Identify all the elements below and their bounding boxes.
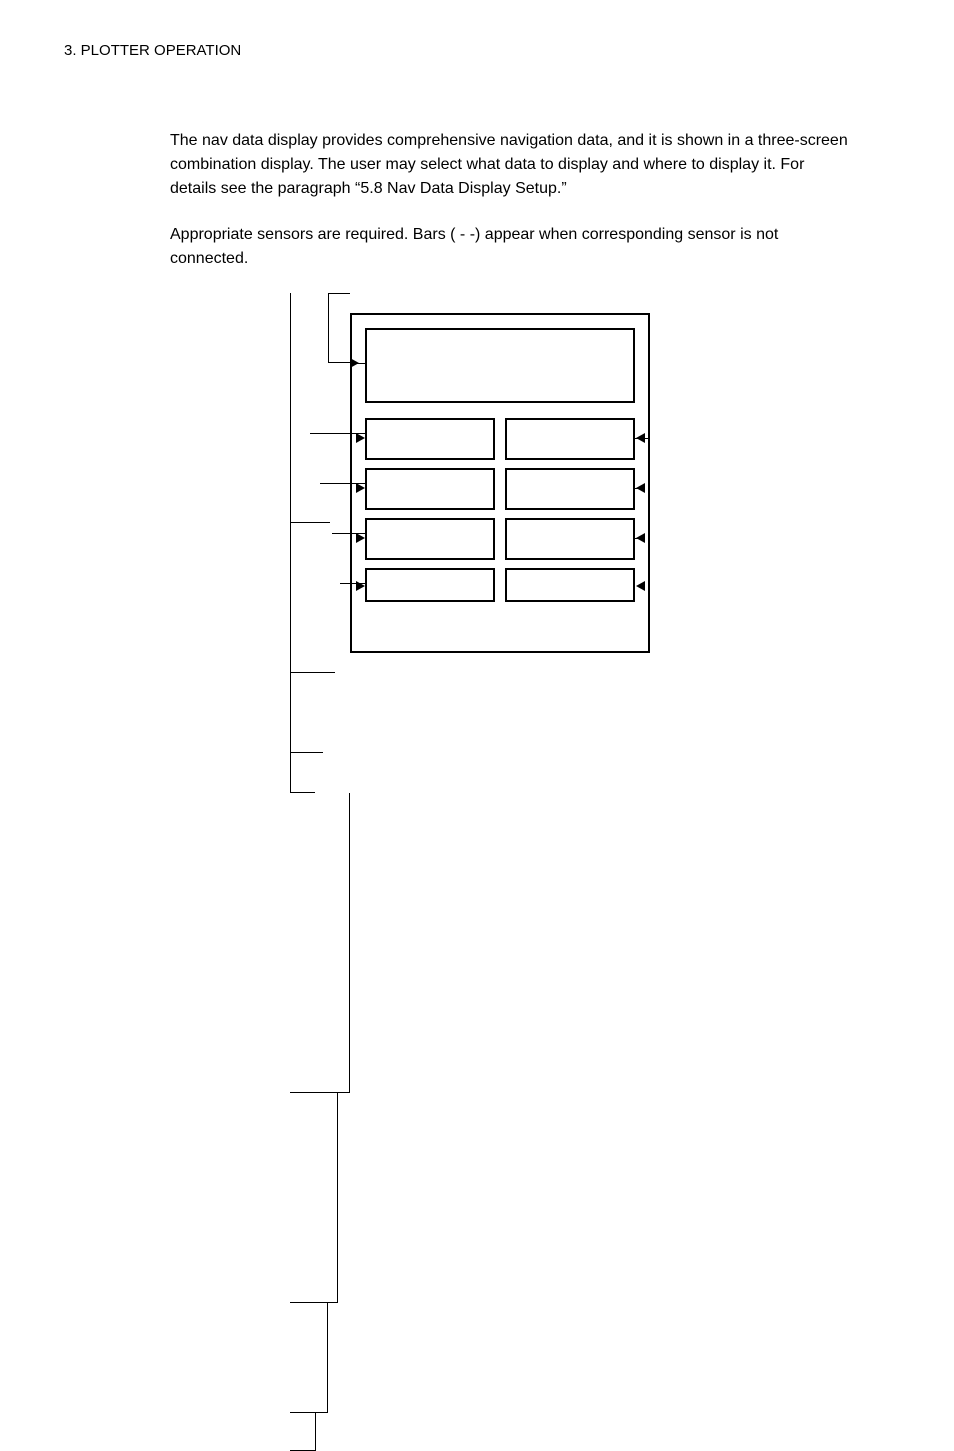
callout-line-left-5 bbox=[290, 753, 315, 793]
callout-box-left-1 bbox=[328, 293, 350, 363]
display-cell-r1-right bbox=[505, 418, 635, 460]
display-cell-r2-right bbox=[505, 468, 635, 510]
display-cell-r1-left bbox=[365, 418, 495, 460]
callout-line-right-3 bbox=[290, 1303, 328, 1413]
callout-line-right-1 bbox=[290, 793, 350, 1093]
paragraph-2: Appropriate sensors are required. Bars (… bbox=[170, 223, 850, 271]
arrow-icon bbox=[636, 581, 645, 591]
callout-line-left-3 bbox=[290, 523, 335, 673]
arrow-icon bbox=[636, 483, 645, 493]
display-cell-r3-right bbox=[505, 518, 635, 560]
paragraph-1: The nav data display provides comprehens… bbox=[170, 129, 850, 201]
arrow-icon bbox=[636, 533, 645, 543]
diagram-wrap bbox=[170, 293, 850, 753]
callout-line-right-4 bbox=[290, 1413, 316, 1451]
arrow-icon bbox=[636, 433, 645, 443]
display-cell-r4-right bbox=[505, 568, 635, 602]
callout-line-left-2 bbox=[290, 293, 330, 523]
display-cell-r3-left bbox=[365, 518, 495, 560]
callout-line-right-2 bbox=[290, 1093, 338, 1303]
page: 3. PLOTTER OPERATION The nav data displa… bbox=[0, 0, 954, 1351]
display-cell-r2-left bbox=[365, 468, 495, 510]
display-top-box bbox=[365, 328, 635, 403]
display-cell-r4-left bbox=[365, 568, 495, 602]
nav-data-diagram bbox=[290, 293, 730, 753]
body-text: The nav data display provides comprehens… bbox=[170, 129, 850, 753]
page-header: 3. PLOTTER OPERATION bbox=[64, 42, 890, 59]
callout-line-left-4 bbox=[290, 673, 323, 753]
